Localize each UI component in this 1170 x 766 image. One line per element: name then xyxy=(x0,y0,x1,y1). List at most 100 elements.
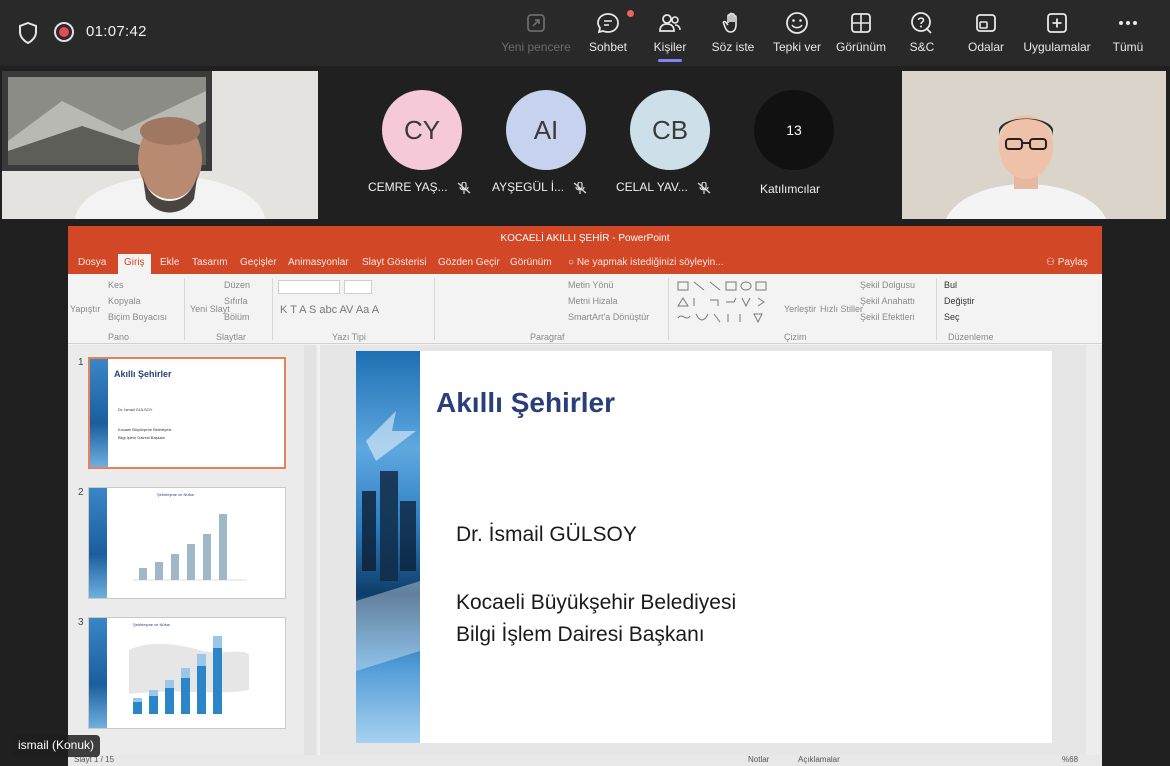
status-bar: Slayt 1 / 15 Notlar Açıklamalar %68 xyxy=(68,755,1102,766)
shape-outline-button[interactable]: Şekil Anahattı xyxy=(860,296,915,306)
reset-button[interactable]: Sıfırla xyxy=(224,296,248,306)
avatar-initials: CB xyxy=(651,114,689,145)
rooms-label: Odalar xyxy=(967,40,1005,54)
notes-button[interactable]: Notlar xyxy=(748,755,769,764)
group-paragraph: Paragraf xyxy=(530,332,565,342)
section-button[interactable]: Bölüm xyxy=(224,312,250,322)
thumbnails-scrollbar[interactable] xyxy=(304,345,316,755)
thumbnail-org1: Kocaeli Büyükşehir Belediyesi xyxy=(118,427,172,432)
avatar-initials: CY xyxy=(403,114,441,145)
replace-button[interactable]: Değiştir xyxy=(944,296,975,306)
tab-home[interactable]: Giriş xyxy=(118,254,151,274)
qa-button[interactable]: S&C xyxy=(900,8,944,60)
share-button[interactable]: ⚇ Paylaş xyxy=(1046,257,1088,268)
thumbnail-title: Akıllı Şehirler xyxy=(114,369,172,379)
smartart-button[interactable]: SmartArt'a Dönüştür xyxy=(568,312,649,322)
copy-button[interactable]: Kopyala xyxy=(108,296,141,306)
tab-animations[interactable]: Animasyonlar xyxy=(288,257,349,268)
thumbnail-author: Dr. İsmail GÜLSOY xyxy=(118,407,153,412)
people-button[interactable]: Kişiler xyxy=(646,8,694,62)
quick-styles-button[interactable]: Hızlı Stiller xyxy=(820,304,863,314)
shape-effects-button[interactable]: Şekil Efektleri xyxy=(860,312,915,322)
participant-video-left[interactable] xyxy=(2,71,318,219)
slide-thumbnails-pane: 1 Akıllı Şehirler Dr. İsmail GÜLSOY Koca… xyxy=(68,345,318,755)
tab-slideshow[interactable]: Slayt Gösterisi xyxy=(362,257,426,268)
mic-off-icon xyxy=(457,181,471,194)
chat-button[interactable]: Sohbet xyxy=(582,8,634,60)
rooms-button[interactable]: Odalar xyxy=(962,8,1010,60)
slide-thumbnail-1[interactable]: Akıllı Şehirler Dr. İsmail GÜLSOY Kocael… xyxy=(88,357,286,469)
cut-button[interactable]: Kes xyxy=(108,280,124,290)
view-label: Görünüm xyxy=(835,40,887,54)
presenter-name-tag: ismail (Konuk) xyxy=(12,735,101,757)
tell-me-text: Ne yapmak istediğinizi söyleyin... xyxy=(576,257,724,268)
thumbnail-number: 2 xyxy=(78,487,84,498)
comments-button[interactable]: Açıklamalar xyxy=(798,755,840,764)
lightbulb-icon: ○ xyxy=(568,257,577,268)
font-name-box[interactable] xyxy=(278,280,340,294)
tab-transitions[interactable]: Geçişler xyxy=(240,257,277,268)
thumbnail-sidebar-graphic xyxy=(89,488,107,598)
thumbnail-number: 3 xyxy=(78,617,84,628)
mic-off-icon xyxy=(573,181,587,194)
layout-button[interactable]: Düzen xyxy=(224,280,250,290)
tell-me-box[interactable]: ○ Ne yapmak istediğinizi söyleyin... xyxy=(568,257,724,268)
slide-author: Dr. İsmail GÜLSOY xyxy=(456,523,637,546)
view-button[interactable]: Görünüm xyxy=(832,8,890,60)
shape-fill-button[interactable]: Şekil Dolgusu xyxy=(860,280,915,290)
participant-name-cb: CELAL YAV... xyxy=(616,180,711,194)
find-button[interactable]: Bul xyxy=(944,280,957,290)
group-clipboard: Pano xyxy=(108,332,130,342)
tab-insert[interactable]: Ekle xyxy=(160,257,179,268)
mic-off-icon xyxy=(697,181,711,194)
raise-hand-button[interactable]: Söz iste xyxy=(706,8,760,60)
participant-avatar-ai[interactable]: AI xyxy=(506,90,586,170)
grid-icon xyxy=(851,13,871,33)
thumbnail-title: Şehirleşme ve Nüfus xyxy=(133,622,170,627)
shield-icon[interactable] xyxy=(18,22,38,44)
powerpoint-title-bar: KOCAELİ AKILLI ŞEHİR - PowerPoint xyxy=(68,226,1102,252)
tab-view[interactable]: Görünüm xyxy=(510,257,552,268)
participant-avatar-cy[interactable]: CY xyxy=(382,90,462,170)
slide-thumbnail-2[interactable]: Şehirleşme ve Nüfus xyxy=(88,487,286,599)
zoom-level[interactable]: %68 xyxy=(1062,755,1078,764)
chat-icon xyxy=(597,13,619,34)
tab-design[interactable]: Tasarım xyxy=(192,257,228,268)
font-style-buttons[interactable]: K T A S abc AV Aa A xyxy=(280,304,379,316)
new-window-button[interactable]: Yeni pencere xyxy=(498,8,574,60)
more-button[interactable]: Tümü xyxy=(1106,8,1150,60)
share-label: Paylaş xyxy=(1057,257,1088,268)
shared-screen[interactable]: KOCAELİ AKILLI ŞEHİR - PowerPoint Dosya … xyxy=(68,226,1102,766)
slide-scrollbar[interactable] xyxy=(1086,345,1100,755)
current-slide[interactable]: Akıllı Şehirler Dr. İsmail GÜLSOY Kocael… xyxy=(356,351,1052,743)
tab-review[interactable]: Gözden Geçir xyxy=(438,257,500,268)
slide-thumbnail-3[interactable]: Şehirleşme ve Nüfus xyxy=(88,617,286,729)
participant-avatar-cb[interactable]: CB xyxy=(630,90,710,170)
slide-org-line1: Kocaeli Büyükşehir Belediyesi xyxy=(456,591,737,614)
select-button[interactable]: Seç xyxy=(944,312,960,322)
thumbnail-sidebar-graphic xyxy=(90,359,108,467)
new-window-label: Yeni pencere xyxy=(501,40,571,54)
more-participants-button[interactable]: 13 xyxy=(754,90,834,170)
raise-hand-label: Söz iste xyxy=(711,40,755,54)
arrange-button[interactable]: Yerleştir xyxy=(784,304,816,314)
meeting-timer: 01:07:42 xyxy=(86,23,147,40)
recording-icon xyxy=(54,22,74,42)
format-painter-button[interactable]: Biçim Boyacısı xyxy=(108,312,167,322)
font-size-box[interactable] xyxy=(344,280,372,294)
shapes-gallery[interactable] xyxy=(674,278,778,326)
powerpoint-window-title: KOCAELİ AKILLI ŞEHİR - PowerPoint xyxy=(500,233,670,244)
react-button[interactable]: Tepki ver xyxy=(768,8,826,60)
participant-video-right[interactable] xyxy=(902,71,1166,219)
slide-title: Akıllı Şehirler xyxy=(436,387,615,418)
tab-file[interactable]: Dosya xyxy=(78,257,106,268)
text-direction-button[interactable]: Metin Yönü xyxy=(568,280,613,290)
thumbnail-org2: Bilgi İşlem Dairesi Başkanı xyxy=(118,435,166,440)
person-icon: ⚇ xyxy=(1046,257,1058,268)
thumbnail-sidebar-graphic xyxy=(89,618,107,728)
apps-button[interactable]: Uygulamalar xyxy=(1020,8,1094,60)
paste-button[interactable]: Yapıştır xyxy=(70,304,100,314)
teams-meeting-window: 01:07:42 Yeni pencere Sohbet Kişiler Söz… xyxy=(0,0,1170,766)
align-text-button[interactable]: Metni Hizala xyxy=(568,296,618,306)
participant-name-text: CEMRE YAŞ... xyxy=(368,180,448,194)
